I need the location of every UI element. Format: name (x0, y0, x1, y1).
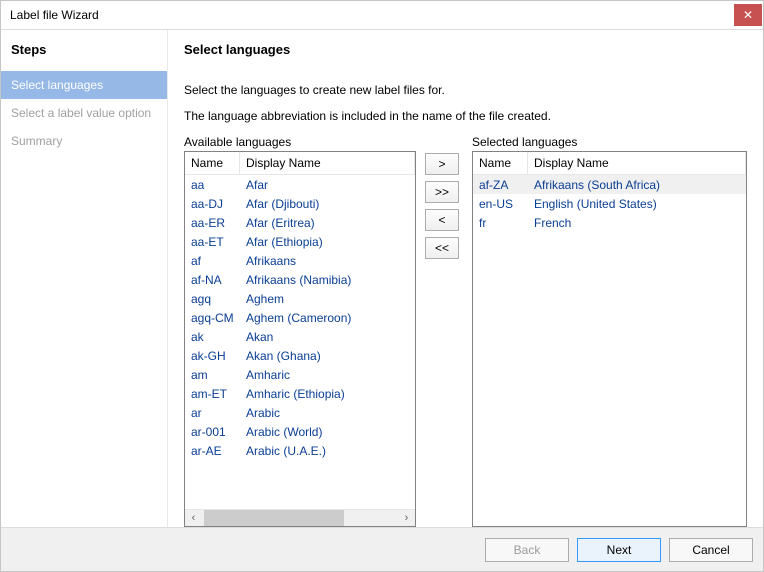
list-item[interactable]: af-ZAAfrikaans (South Africa) (473, 175, 746, 194)
instruction-line-2: The language abbreviation is included in… (184, 109, 747, 123)
cell-display: Akan (240, 330, 415, 344)
cell-display: Afar (240, 178, 415, 192)
cell-display: Arabic (World) (240, 425, 415, 439)
steps-sidebar: Steps Select languagesSelect a label val… (1, 30, 168, 527)
language-columns: Available languages Name Display Name aa… (184, 135, 747, 527)
list-item[interactable]: ak-GHAkan (Ghana) (185, 346, 415, 365)
back-button[interactable]: Back (485, 538, 569, 562)
next-button[interactable]: Next (577, 538, 661, 562)
wizard-window: Label file Wizard ✕ Steps Select languag… (0, 0, 764, 572)
list-item[interactable]: aa-DJAfar (Djibouti) (185, 194, 415, 213)
close-button[interactable]: ✕ (734, 4, 762, 26)
wizard-footer: Back Next Cancel (1, 527, 763, 571)
cell-name: ar (185, 406, 240, 420)
list-item[interactable]: ar-001Arabic (World) (185, 422, 415, 441)
cancel-button[interactable]: Cancel (669, 538, 753, 562)
cell-display: Arabic (240, 406, 415, 420)
available-group-label: Available languages (184, 135, 416, 149)
page-title: Select languages (184, 42, 747, 57)
list-item[interactable]: en-USEnglish (United States) (473, 194, 746, 213)
instruction-line-1: Select the languages to create new label… (184, 83, 747, 97)
scroll-track[interactable] (202, 510, 398, 527)
scroll-left-icon[interactable]: ‹ (185, 510, 202, 527)
list-item[interactable]: akAkan (185, 327, 415, 346)
selected-languages-group: Selected languages Name Display Name af-… (472, 135, 747, 527)
cell-display: Akan (Ghana) (240, 349, 415, 363)
cell-display: Amharic (240, 368, 415, 382)
list-item[interactable]: aa-ERAfar (Eritrea) (185, 213, 415, 232)
selected-list-body[interactable]: af-ZAAfrikaans (South Africa)en-USEnglis… (473, 175, 746, 526)
selected-group-label: Selected languages (472, 135, 747, 149)
cell-display: Amharic (Ethiopia) (240, 387, 415, 401)
available-horizontal-scrollbar[interactable]: ‹ › (185, 509, 415, 526)
move-buttons-column: > >> < << (425, 135, 463, 527)
available-col-display[interactable]: Display Name (240, 152, 415, 174)
cell-display: Afar (Eritrea) (240, 216, 415, 230)
cell-display: Afrikaans (240, 254, 415, 268)
cell-name: af-ZA (473, 178, 528, 192)
cell-display: Aghem (240, 292, 415, 306)
available-list-body[interactable]: aaAfaraa-DJAfar (Djibouti)aa-ERAfar (Eri… (185, 175, 415, 509)
remove-one-button[interactable]: < (425, 209, 459, 231)
list-item[interactable]: ar-AEArabic (U.A.E.) (185, 441, 415, 460)
cell-display: Afrikaans (South Africa) (528, 178, 746, 192)
window-title: Label file Wizard (10, 8, 99, 22)
cell-name: aa-ET (185, 235, 240, 249)
cell-name: ak (185, 330, 240, 344)
cell-display: Afar (Djibouti) (240, 197, 415, 211)
cell-name: af-NA (185, 273, 240, 287)
cell-name: af (185, 254, 240, 268)
available-languages-group: Available languages Name Display Name aa… (184, 135, 416, 527)
remove-all-button[interactable]: << (425, 237, 459, 259)
available-languages-list[interactable]: Name Display Name aaAfaraa-DJAfar (Djibo… (184, 151, 416, 527)
selected-languages-list[interactable]: Name Display Name af-ZAAfrikaans (South … (472, 151, 747, 527)
scroll-thumb[interactable] (204, 510, 344, 527)
cell-name: fr (473, 216, 528, 230)
selected-list-header: Name Display Name (473, 152, 746, 175)
step-item-1[interactable]: Select a label value option (1, 99, 167, 127)
list-item[interactable]: frFrench (473, 213, 746, 232)
step-item-0[interactable]: Select languages (1, 71, 167, 99)
list-item[interactable]: af-NAAfrikaans (Namibia) (185, 270, 415, 289)
list-item[interactable]: aa-ETAfar (Ethiopia) (185, 232, 415, 251)
add-all-button[interactable]: >> (425, 181, 459, 203)
cell-name: en-US (473, 197, 528, 211)
cell-display: Afar (Ethiopia) (240, 235, 415, 249)
add-one-button[interactable]: > (425, 153, 459, 175)
available-list-header: Name Display Name (185, 152, 415, 175)
cell-name: ar-001 (185, 425, 240, 439)
close-icon: ✕ (743, 8, 753, 22)
cell-display: Aghem (Cameroon) (240, 311, 415, 325)
cell-display: Arabic (U.A.E.) (240, 444, 415, 458)
cell-name: aa (185, 178, 240, 192)
list-item[interactable]: amAmharic (185, 365, 415, 384)
list-item[interactable]: agqAghem (185, 289, 415, 308)
titlebar: Label file Wizard ✕ (1, 1, 763, 29)
scroll-right-icon[interactable]: › (398, 510, 415, 527)
cell-display: French (528, 216, 746, 230)
cell-name: agq-CM (185, 311, 240, 325)
list-item[interactable]: am-ETAmharic (Ethiopia) (185, 384, 415, 403)
selected-col-name[interactable]: Name (473, 152, 528, 174)
available-col-name[interactable]: Name (185, 152, 240, 174)
cell-name: aa-ER (185, 216, 240, 230)
steps-header: Steps (1, 42, 167, 71)
cell-name: am (185, 368, 240, 382)
step-item-2[interactable]: Summary (1, 127, 167, 155)
cell-name: ak-GH (185, 349, 240, 363)
cell-name: ar-AE (185, 444, 240, 458)
list-item[interactable]: afAfrikaans (185, 251, 415, 270)
cell-name: am-ET (185, 387, 240, 401)
cell-name: agq (185, 292, 240, 306)
main-panel: Select languages Select the languages to… (168, 30, 763, 527)
cell-name: aa-DJ (185, 197, 240, 211)
cell-display: English (United States) (528, 197, 746, 211)
cell-display: Afrikaans (Namibia) (240, 273, 415, 287)
selected-col-display[interactable]: Display Name (528, 152, 746, 174)
list-item[interactable]: agq-CMAghem (Cameroon) (185, 308, 415, 327)
list-item[interactable]: arArabic (185, 403, 415, 422)
wizard-body: Steps Select languagesSelect a label val… (1, 29, 763, 527)
list-item[interactable]: aaAfar (185, 175, 415, 194)
